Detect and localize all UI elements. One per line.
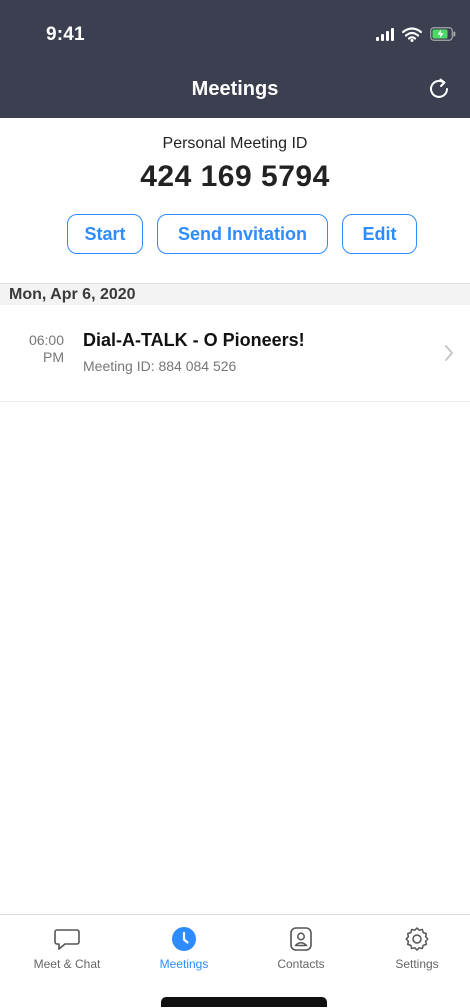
meeting-time-hour: 06:00 [28, 332, 64, 348]
personal-meeting-id: 424 169 5794 [140, 160, 330, 193]
home-indicator [161, 997, 327, 1007]
edit-button[interactable]: Edit [342, 214, 417, 254]
meeting-title: Dial-A-TALK - O Pioneers! [83, 330, 305, 350]
tab-meet-and-chat[interactable]: Meet & Chat [8, 925, 126, 975]
tab-meetings[interactable]: Meetings [125, 925, 243, 975]
meeting-time-ampm: PM [43, 349, 64, 365]
personal-meeting-id-label: Personal Meeting ID [162, 135, 308, 152]
wifi-icon [402, 26, 422, 42]
personal-meeting-actions: Start Send Invitation Edit [0, 214, 470, 254]
status-icons [376, 24, 456, 44]
date-section-header: Mon, Apr 6, 2020 [0, 283, 470, 305]
page-title: Meetings [191, 78, 279, 100]
meeting-list-item[interactable]: 06:00 PM Dial-A-TALK - O Pioneers! Meeti… [0, 306, 470, 402]
top-bar: 9:41 Meetings [0, 0, 470, 118]
send-invitation-button[interactable]: Send Invitation [157, 214, 328, 254]
tab-bar: Meet & Chat Meetings Contacts Settings [0, 914, 470, 1008]
tab-label: Meetings [159, 957, 209, 971]
tab-label: Meet & Chat [33, 957, 101, 971]
tab-contacts[interactable]: Contacts [242, 925, 360, 975]
clock-icon [172, 927, 196, 951]
cellular-signal-icon [376, 27, 394, 41]
refresh-icon[interactable] [426, 76, 452, 102]
tab-settings[interactable]: Settings [358, 925, 470, 975]
meeting-id: Meeting ID: 884 084 526 [83, 358, 237, 374]
tab-label: Contacts [277, 957, 325, 971]
meeting-time: 06:00 PM [18, 332, 64, 366]
start-button[interactable]: Start [67, 214, 143, 254]
tab-label: Settings [395, 957, 439, 971]
battery-charging-icon [430, 27, 456, 41]
chat-bubble-icon [54, 929, 80, 950]
gear-icon [405, 927, 429, 951]
chevron-right-icon [445, 345, 453, 361]
contact-card-icon [290, 927, 312, 951]
status-time: 9:41 [46, 24, 85, 45]
